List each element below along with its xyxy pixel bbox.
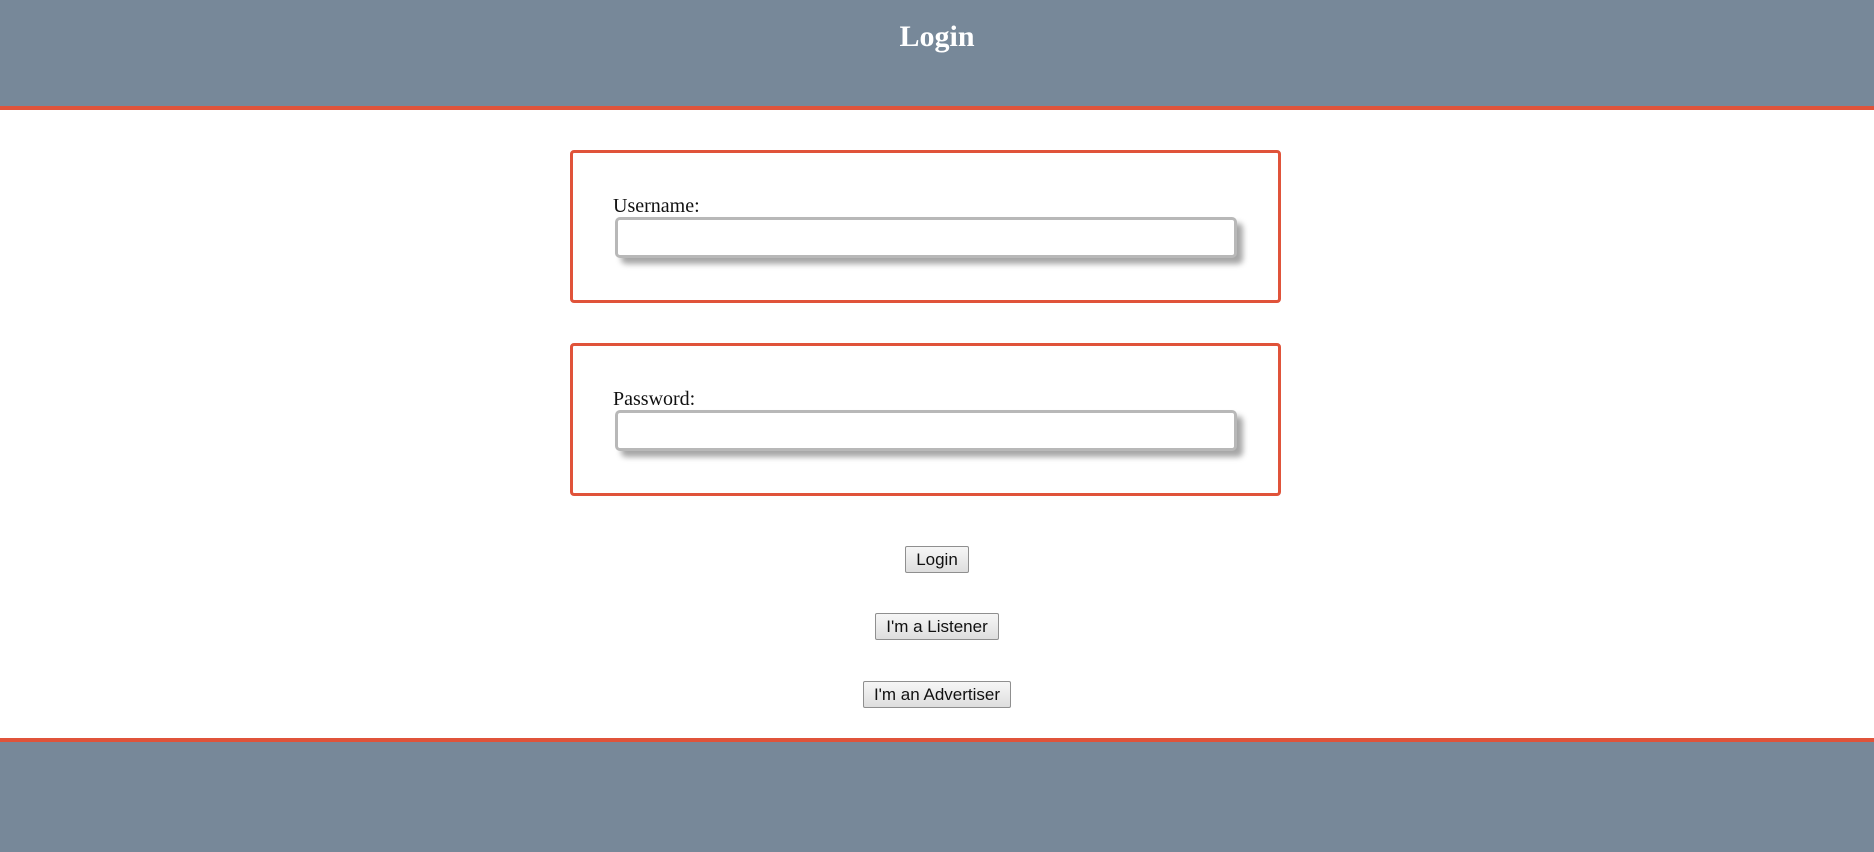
page-header: Login: [0, 0, 1874, 110]
username-label: Username:: [613, 195, 700, 217]
login-button-row: Login: [0, 546, 1874, 573]
advertiser-button-row: I'm an Advertiser: [0, 681, 1874, 708]
password-label: Password:: [613, 388, 696, 410]
advertiser-button[interactable]: I'm an Advertiser: [862, 681, 1012, 708]
listener-button-row: I'm a Listener: [0, 613, 1874, 640]
password-input[interactable]: [615, 410, 1237, 451]
page-title: Login: [899, 20, 975, 53]
listener-button[interactable]: I'm a Listener: [875, 613, 999, 640]
page-footer: [0, 738, 1874, 852]
username-field-group: Username:: [570, 150, 1281, 303]
username-input[interactable]: [615, 217, 1237, 258]
password-field-group: Password:: [570, 343, 1281, 496]
login-button[interactable]: Login: [905, 546, 969, 573]
